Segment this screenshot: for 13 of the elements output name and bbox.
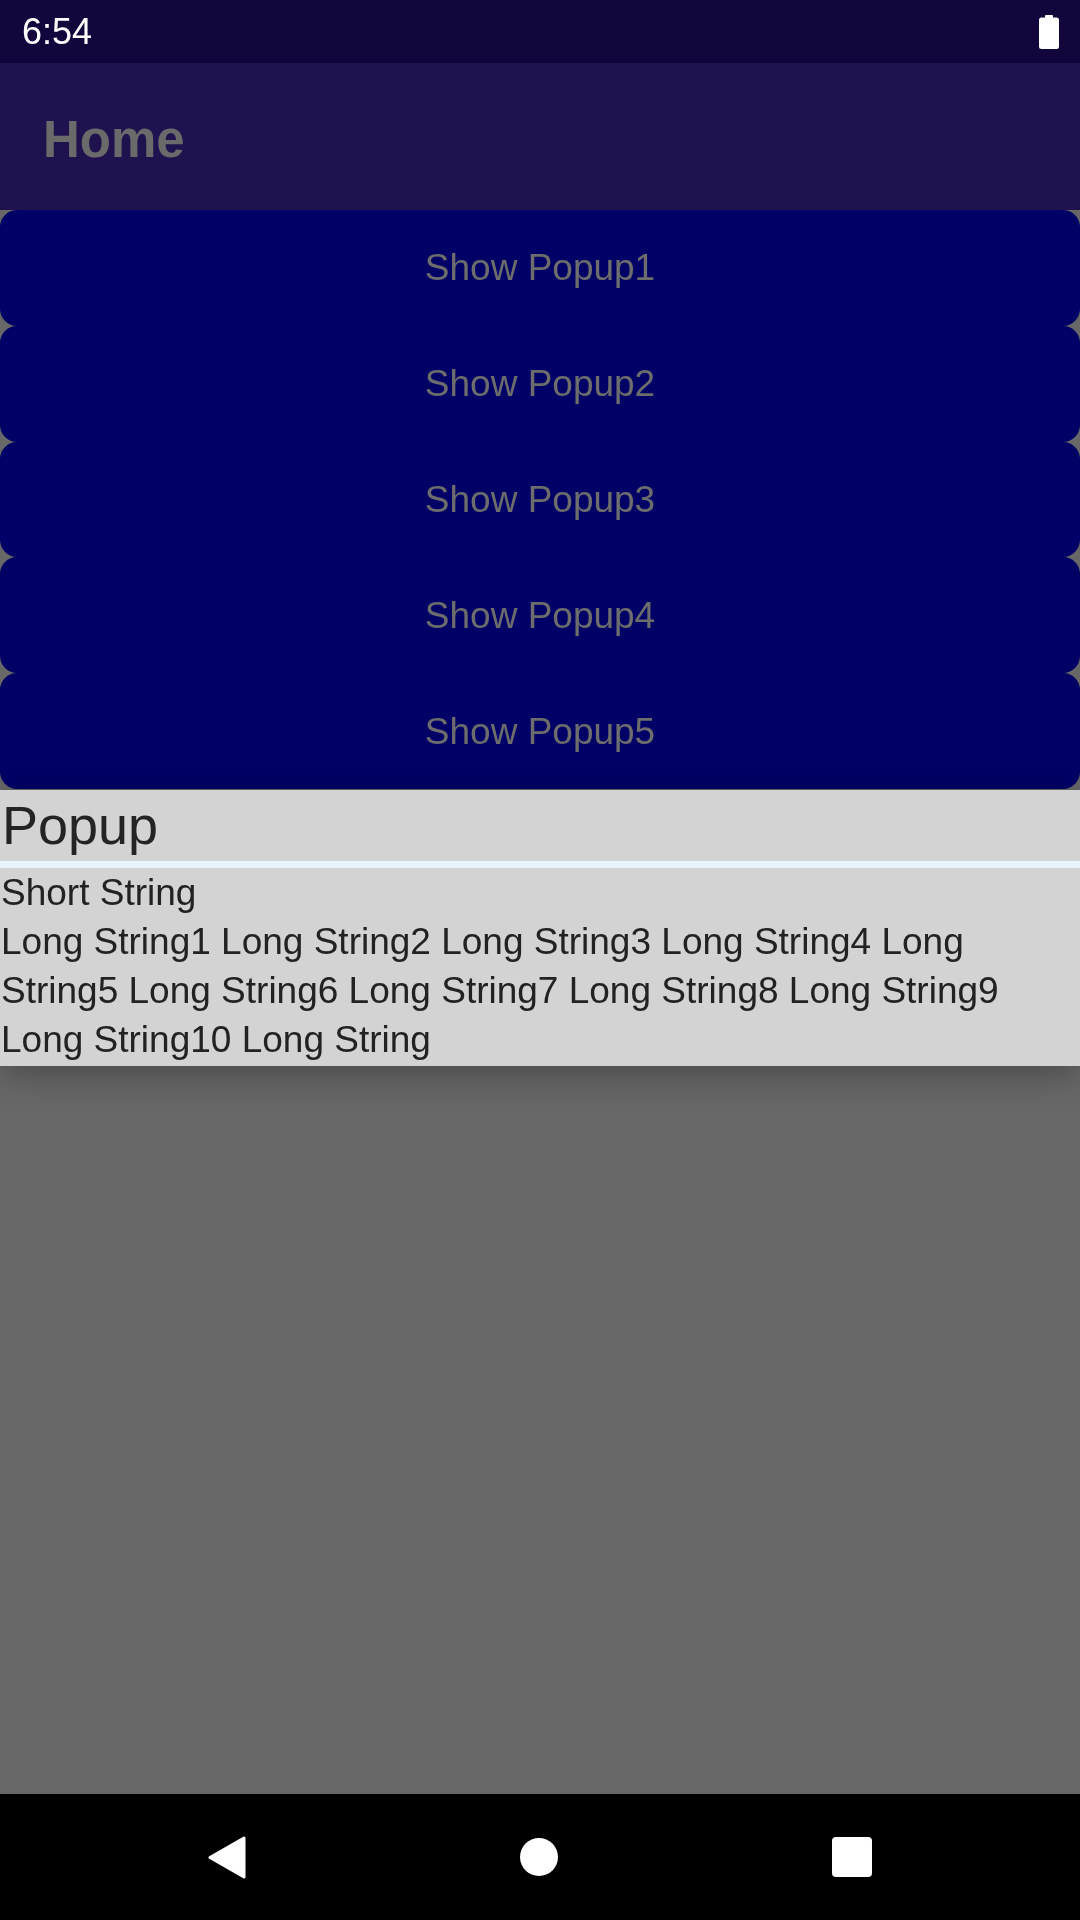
battery-icon xyxy=(1039,14,1059,49)
home-icon[interactable] xyxy=(520,1838,558,1876)
status-time: 6:54 xyxy=(22,13,93,50)
show-popup-button[interactable]: Show Popup4 xyxy=(0,557,1080,674)
show-popup-button[interactable]: Show Popup3 xyxy=(0,441,1080,558)
back-icon[interactable] xyxy=(208,1835,246,1879)
popup-title: Popup xyxy=(1,794,160,857)
popup-text: Long String1 Long String2 Long String3 Long String4 Long String5 Long String6 Long String7 Long String8 Long String9 Long String10 Long String xyxy=(0,920,1000,1062)
popup-text: Short String xyxy=(0,871,198,915)
show-popup-button[interactable]: Show Popup2 xyxy=(0,325,1080,442)
show-popup-button[interactable]: Show Popup5 xyxy=(0,673,1080,789)
show-popup-button[interactable]: Show Popup1 xyxy=(0,210,1080,326)
app-title: Home xyxy=(43,114,185,165)
